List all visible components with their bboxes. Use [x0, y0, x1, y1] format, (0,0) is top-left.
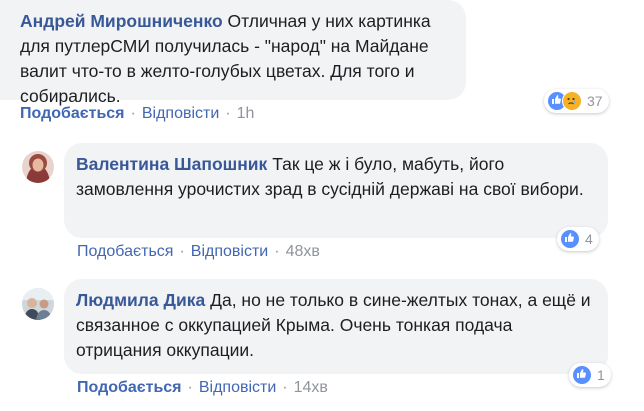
comment-timestamp[interactable]: 48хв — [286, 243, 320, 260]
comment-author[interactable]: Людмила Дика — [76, 290, 205, 310]
comment-actions: Подобається · Відповісти · 48хв — [77, 242, 320, 262]
reaction-count: 4 — [585, 231, 593, 247]
separator: · — [130, 105, 136, 122]
separator: · — [179, 243, 185, 260]
separator: · — [187, 379, 193, 396]
like-button[interactable]: Подобається — [77, 243, 173, 260]
comment-author[interactable]: Валентина Шапошник — [76, 154, 267, 174]
avatar[interactable] — [22, 288, 54, 320]
reactions-summary[interactable]: 37 — [544, 89, 609, 113]
comment-timestamp[interactable]: 14хв — [294, 379, 328, 396]
comment-bubble: Людмила Дика Да, но не только в сине-жел… — [64, 279, 608, 374]
avatar[interactable] — [22, 151, 54, 183]
separator: · — [225, 105, 231, 122]
reaction-count: 37 — [587, 93, 603, 109]
reply-button[interactable]: Відповісти — [191, 243, 268, 260]
reply-button[interactable]: Відповісти — [142, 105, 219, 122]
comment-bubble: Андрей Мирошниченко Отличная у них карти… — [0, 0, 466, 106]
reactions-summary[interactable]: 1 — [569, 363, 611, 387]
like-icon — [572, 365, 592, 385]
like-button[interactable]: Подобається — [20, 105, 125, 122]
like-button[interactable]: Подобається — [77, 379, 182, 396]
reaction-count: 1 — [597, 367, 605, 383]
comment-timestamp[interactable]: 1h — [237, 105, 255, 122]
comment-actions: Подобається · Відповісти · 14хв — [77, 378, 328, 398]
sad-icon — [562, 91, 582, 111]
like-icon — [560, 229, 580, 249]
comment-actions: Подобається · Відповісти · 1h — [20, 104, 254, 124]
separator: · — [282, 379, 288, 396]
reply-button[interactable]: Відповісти — [199, 379, 276, 396]
reactions-summary[interactable]: 4 — [557, 227, 599, 251]
separator: · — [274, 243, 280, 260]
comment-bubble: Валентина Шапошник Так це ж і було, мабу… — [64, 143, 608, 238]
comment-author[interactable]: Андрей Мирошниченко — [20, 11, 223, 31]
